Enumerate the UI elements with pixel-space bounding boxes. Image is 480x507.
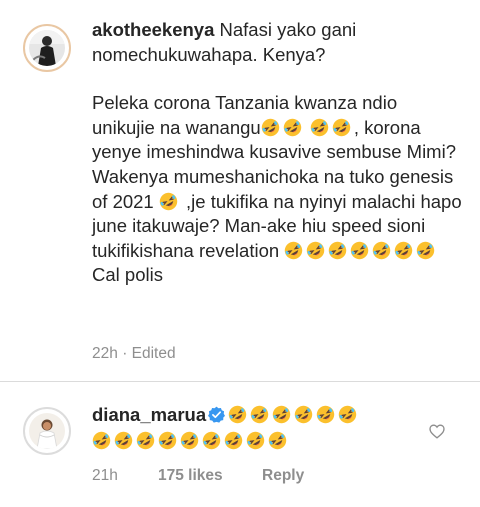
avatar-diana-marua[interactable] [23, 407, 71, 455]
rofl-emoji-icon [316, 405, 335, 424]
rofl-emoji-icon [261, 118, 280, 137]
rofl-emoji-icon [310, 118, 329, 137]
comment1-meta: 22h · Edited [92, 345, 176, 363]
comment1-time[interactable]: 22h [92, 345, 118, 362]
username-akotheekenya[interactable]: akotheekenya [92, 19, 214, 40]
rofl-emoji-icon [228, 405, 247, 424]
heart-like-icon[interactable] [429, 424, 445, 439]
username-diana-marua[interactable]: diana_marua [92, 404, 206, 425]
rofl-emoji-icon [283, 118, 302, 137]
rofl-emoji-icon [158, 431, 177, 450]
meta-separator: · [122, 345, 132, 362]
comment-text-p4: Cal polis [92, 264, 163, 286]
rofl-emoji-icon [202, 431, 221, 450]
comment2-meta: 21h [92, 467, 118, 485]
rofl-emoji-icon [136, 431, 155, 450]
rofl-emoji-icon [272, 405, 291, 424]
rofl-emoji-icon [350, 241, 369, 260]
rofl-emoji-icon [332, 118, 351, 137]
comment2-reply[interactable]: Reply [262, 467, 304, 485]
rofl-emoji-icon [372, 241, 391, 260]
comment-divider [0, 381, 480, 382]
rofl-emoji-icon [180, 431, 199, 450]
rofl-emoji-icon [294, 405, 313, 424]
rofl-emoji-icon [114, 431, 133, 450]
rofl-emoji-icon [159, 192, 178, 211]
rofl-emoji-icon [394, 241, 413, 260]
rofl-emoji-icon [224, 431, 243, 450]
comment-diana-marua: diana_marua [92, 402, 412, 454]
rofl-emoji-icon [250, 405, 269, 424]
avatar-akotheekenya[interactable] [23, 24, 71, 72]
comment-akotheekenya: akotheekenya Nafasi yako gani nomechukuw… [92, 18, 464, 288]
likes-count[interactable]: 175 likes [158, 467, 223, 484]
comment1-edited-label: Edited [131, 345, 176, 362]
rofl-emoji-icon [416, 241, 435, 260]
rofl-emoji-icon [328, 241, 347, 260]
comment-text-p1: Peleka corona Tanzania kwanza ndio uniku… [92, 92, 398, 138]
comment2-time[interactable]: 21h [92, 467, 118, 484]
rofl-emoji-icon [246, 431, 265, 450]
verified-badge-icon [208, 406, 226, 423]
rofl-emoji-icon [338, 405, 357, 424]
rofl-emoji-icon [92, 431, 111, 450]
rofl-emoji-icon [306, 241, 325, 260]
rofl-emoji-icon [284, 241, 303, 260]
reply-button[interactable]: Reply [262, 467, 304, 484]
comment2-likes[interactable]: 175 likes [158, 467, 223, 485]
rofl-emoji-icon [268, 431, 287, 450]
